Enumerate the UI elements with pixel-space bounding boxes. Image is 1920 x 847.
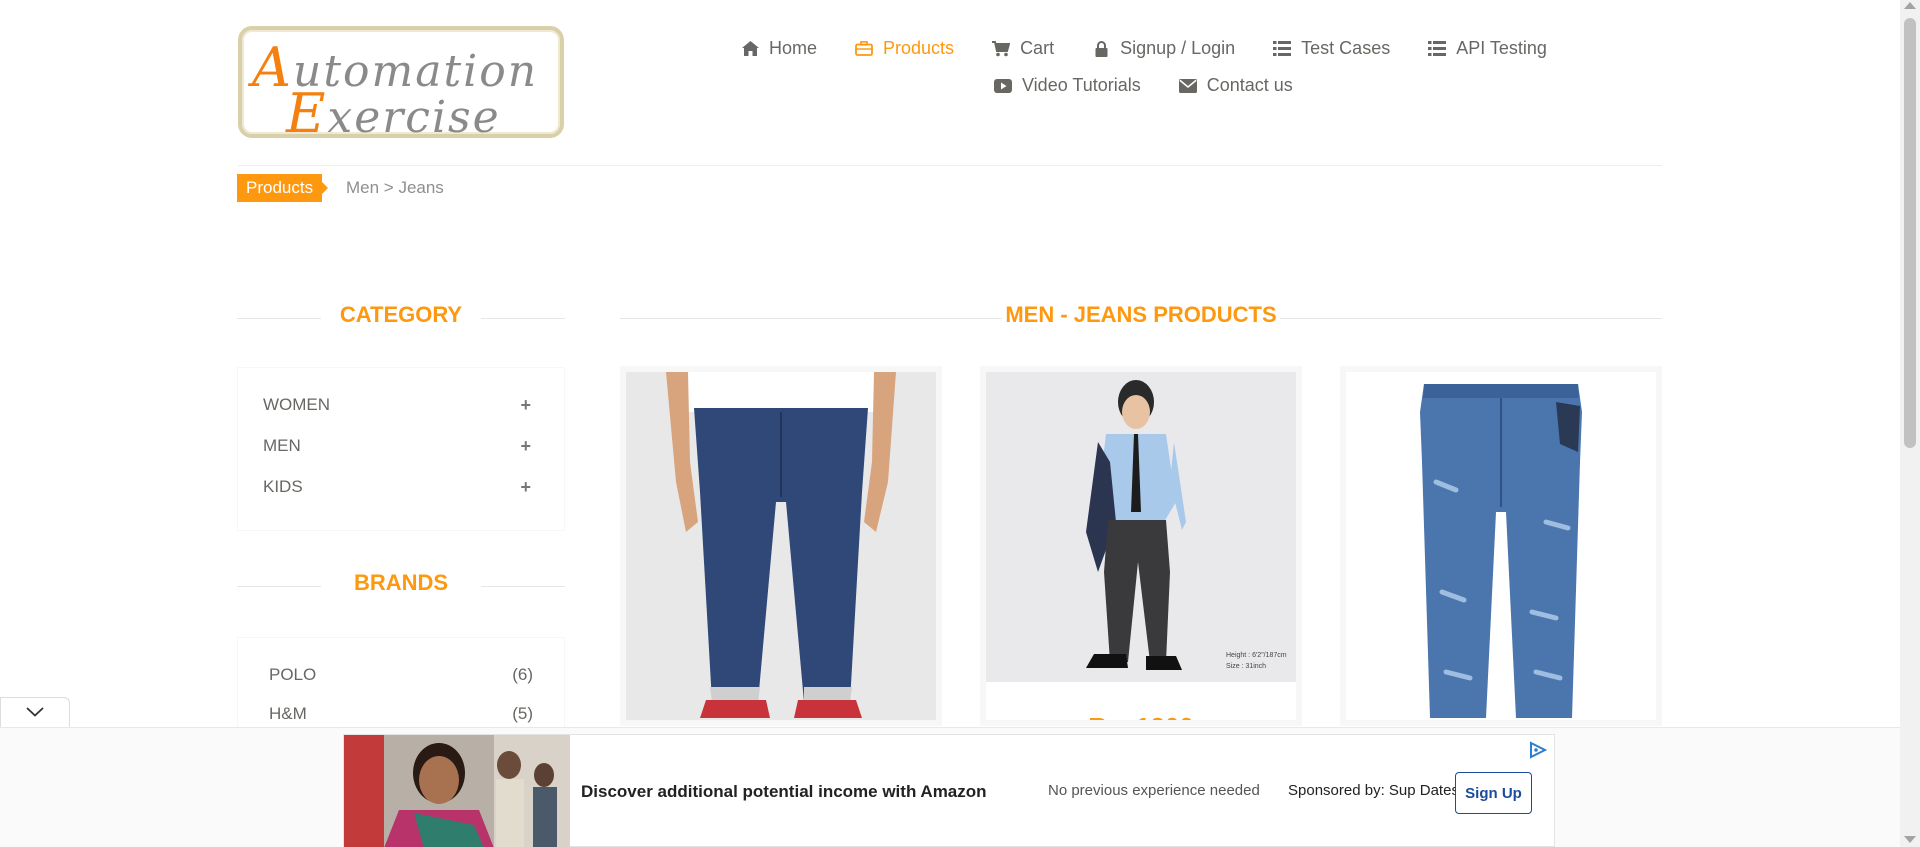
ad-banner[interactable]: Discover additional potential income wit… (343, 734, 1555, 847)
ad-subtext: No previous experience needed (1048, 782, 1260, 799)
list-icon (1427, 39, 1447, 59)
logo-line-2: Exercise (286, 82, 501, 145)
plus-icon: + (520, 477, 531, 497)
scrollbar-thumb[interactable] (1904, 18, 1916, 448)
product-price: Rs. 1200 (986, 712, 1296, 720)
products-title-line-right (1280, 318, 1662, 319)
plus-icon: + (520, 436, 531, 456)
category-women[interactable]: WOMEN + (263, 395, 564, 415)
scroll-down-arrow-icon[interactable] (1904, 836, 1916, 843)
category-kids[interactable]: KIDS + (263, 477, 564, 497)
product-image[interactable] (1346, 372, 1656, 720)
nav-home[interactable]: Home (740, 38, 817, 59)
nav-video-tutorials[interactable]: Video Tutorials (993, 75, 1141, 96)
category-title-line-left (237, 318, 321, 319)
lock-icon (1091, 39, 1111, 59)
brands-title: BRANDS (353, 570, 449, 595)
home-icon (740, 39, 760, 59)
page: Automation Exercise Home Products Cart S… (0, 0, 1900, 847)
product-image[interactable] (626, 372, 936, 720)
nav-signup-login[interactable]: Signup / Login (1091, 38, 1235, 59)
cart-icon (991, 39, 1011, 59)
nav-contact-us[interactable]: Contact us (1178, 75, 1293, 96)
brands-title-line-right (481, 586, 565, 587)
breadcrumb-tag[interactable]: Products (237, 174, 329, 202)
briefcase-icon (854, 39, 874, 59)
ad-headline: Discover additional potential income wit… (581, 782, 987, 801)
nav-products[interactable]: Products (854, 38, 954, 59)
category-title: CATEGORY (339, 302, 463, 327)
photo-caption-size: Size : 31inch (1226, 663, 1266, 670)
site-logo[interactable]: Automation Exercise (238, 26, 564, 145)
product-card (1340, 366, 1662, 726)
brands-title-line-left (237, 586, 321, 587)
product-card (620, 366, 942, 726)
photo-caption-height: Height : 6'2"/187cm (1226, 652, 1287, 659)
product-image[interactable]: Height : 6'2"/187cm Size : 31inch (986, 372, 1296, 720)
category-panel: WOMEN + MEN + KIDS + (237, 367, 565, 531)
category-men[interactable]: MEN + (263, 436, 564, 456)
category-title-line-right (481, 318, 565, 319)
products-title: MEN - JEANS PRODUCTS (1005, 302, 1277, 327)
header-divider (238, 165, 1662, 166)
ad-sponsor: Sponsored by: Sup Dates (1288, 782, 1459, 799)
brand-polo[interactable]: POLO (6) (269, 665, 533, 685)
nav-test-cases[interactable]: Test Cases (1272, 38, 1390, 59)
plus-icon: + (520, 395, 531, 415)
nav-api-testing[interactable]: API Testing (1427, 38, 1547, 59)
scroll-up-arrow-icon[interactable] (1904, 2, 1916, 9)
ad-collapse-button[interactable] (0, 697, 70, 727)
envelope-icon (1178, 76, 1198, 96)
breadcrumb-path: Men > Jeans (346, 178, 444, 197)
products-title-line-left (620, 318, 1002, 319)
brand-hm[interactable]: H&M (5) (269, 704, 533, 724)
adchoices-icon[interactable] (1528, 741, 1548, 764)
nav-cart[interactable]: Cart (991, 38, 1054, 59)
list-icon (1272, 39, 1292, 59)
product-card: Height : 6'2"/187cm Size : 31inch Rs. 12… (980, 366, 1302, 726)
ad-signup-button[interactable]: Sign Up (1455, 772, 1532, 814)
youtube-icon (993, 76, 1013, 96)
chevron-down-icon (26, 704, 44, 722)
ad-image (344, 735, 570, 847)
